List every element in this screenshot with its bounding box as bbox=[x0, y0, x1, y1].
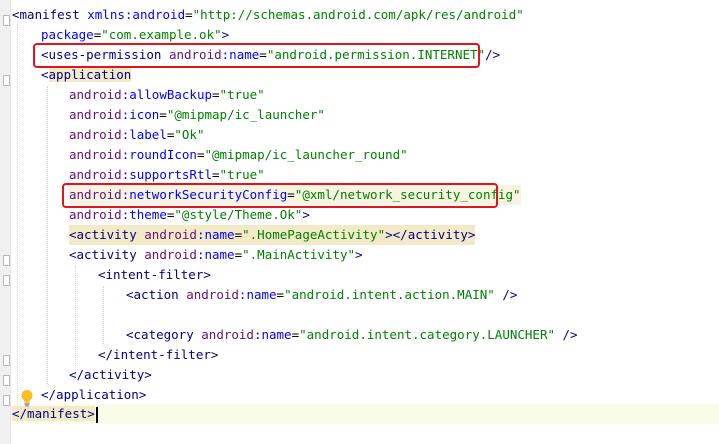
attribute-value: "true" bbox=[219, 167, 265, 182]
fold-marker-icon[interactable] bbox=[3, 275, 10, 286]
tag-name: application bbox=[48, 67, 132, 82]
namespace: android bbox=[201, 327, 254, 342]
attribute: roundIcon bbox=[129, 147, 197, 162]
code-line: android:theme="@style/Theme.Ok"> bbox=[69, 205, 310, 225]
tag-end: > bbox=[302, 207, 310, 222]
tag: <category bbox=[126, 327, 194, 342]
highlight-box-network-security-config bbox=[62, 183, 498, 208]
code-line: <activity android:name=".HomePageActivit… bbox=[69, 225, 476, 245]
code-line: android:icon="@mipmap/ic_launcher" bbox=[69, 105, 325, 125]
tag: <action bbox=[126, 287, 179, 302]
namespace: android bbox=[144, 247, 197, 262]
tag-end: ></activity> bbox=[385, 227, 476, 242]
code-line: android:allowBackup="true" bbox=[69, 85, 265, 105]
code-line: package="com.example.ok"> bbox=[41, 25, 229, 45]
attribute: name bbox=[204, 247, 235, 262]
attribute-value: "com.example.ok" bbox=[101, 27, 222, 42]
code-line: <category android:name="android.intent.c… bbox=[126, 325, 578, 345]
indent-guide bbox=[17, 24, 18, 416]
tag: <intent-filter> bbox=[98, 267, 211, 282]
attribute: label bbox=[129, 127, 167, 142]
attribute-value: "android.intent.category.LAUNCHER" bbox=[299, 327, 555, 342]
lightbulb-icon[interactable] bbox=[20, 389, 34, 407]
code-line: </manifest> bbox=[12, 404, 98, 424]
tag-end: /> bbox=[555, 327, 578, 342]
namespace: android bbox=[144, 227, 197, 242]
fold-marker-icon[interactable] bbox=[3, 15, 10, 26]
equals: = bbox=[234, 227, 243, 242]
attribute: allowBackup bbox=[129, 87, 213, 102]
code-line: <activity android:name=".MainActivity"> bbox=[69, 245, 363, 265]
tag: </manifest> bbox=[12, 406, 95, 421]
fold-marker-icon[interactable] bbox=[3, 75, 10, 86]
equals: = bbox=[212, 167, 220, 182]
code-line: <application bbox=[41, 65, 132, 85]
equals: = bbox=[185, 7, 193, 22]
indent-guide bbox=[103, 286, 104, 346]
code-line: </application> bbox=[41, 385, 146, 405]
attribute-value: "Ok" bbox=[174, 127, 205, 142]
tag: </activity> bbox=[69, 367, 152, 382]
indent-guide bbox=[75, 266, 76, 366]
code-line: </activity> bbox=[69, 365, 152, 385]
attribute-value: "@mipmap/ic_launcher" bbox=[166, 107, 325, 122]
namespace: android bbox=[69, 87, 122, 102]
namespace: android bbox=[69, 127, 122, 142]
tag-end: > bbox=[355, 247, 363, 262]
tag: <activity bbox=[69, 227, 137, 242]
text-caret bbox=[95, 406, 98, 423]
attribute-value: ".HomePageActivity" bbox=[242, 227, 386, 242]
tag-end: /> bbox=[485, 47, 501, 62]
fold-marker-icon[interactable] bbox=[3, 255, 10, 266]
equals: = bbox=[234, 247, 243, 262]
tag: <activity bbox=[69, 247, 137, 262]
tag-end: > bbox=[221, 27, 230, 42]
code-line: <manifest xmlns:android="http://schemas.… bbox=[12, 5, 524, 25]
indent-guide bbox=[47, 86, 48, 386]
code-line: <action android:name="android.intent.act… bbox=[126, 285, 517, 305]
equals: = bbox=[276, 287, 285, 302]
namespace: android bbox=[69, 167, 122, 182]
attribute: theme bbox=[129, 207, 167, 222]
tag: <manifest bbox=[12, 7, 80, 22]
code-line: android:label="Ok" bbox=[69, 125, 205, 145]
current-line-highlight bbox=[11, 404, 719, 424]
fold-marker-icon[interactable] bbox=[3, 395, 10, 406]
namespace: android bbox=[186, 287, 239, 302]
highlight-box-uses-permission bbox=[33, 43, 480, 68]
attribute-value: "http://schemas.android.com/apk/res/andr… bbox=[192, 7, 524, 22]
equals: = bbox=[212, 87, 220, 102]
namespace: android bbox=[69, 207, 122, 222]
attribute-value: "android.intent.action.MAIN" bbox=[284, 287, 495, 302]
equals: = bbox=[291, 327, 300, 342]
tag: </intent-filter> bbox=[98, 347, 219, 362]
namespace: android bbox=[69, 107, 122, 122]
namespace: android bbox=[69, 147, 122, 162]
fold-marker-icon[interactable] bbox=[3, 355, 10, 366]
code-line: <intent-filter> bbox=[98, 265, 211, 285]
attribute-value: ".MainActivity" bbox=[242, 247, 356, 262]
attribute-value: "@mipmap/ic_launcher_round" bbox=[204, 147, 408, 162]
tag: < bbox=[41, 67, 49, 82]
code-line: android:roundIcon="@mipmap/ic_launcher_r… bbox=[69, 145, 408, 165]
fold-marker-icon[interactable] bbox=[3, 375, 10, 386]
attribute: name bbox=[261, 327, 292, 342]
tag: </application> bbox=[41, 387, 147, 402]
code-line: </intent-filter> bbox=[98, 345, 218, 365]
attribute-value: "@style/Theme.Ok" bbox=[174, 207, 303, 222]
equals: = bbox=[159, 107, 167, 122]
attribute: name bbox=[246, 287, 277, 302]
attribute: xmlns:android bbox=[79, 7, 186, 22]
tag-end: /> bbox=[494, 287, 518, 302]
attribute: package bbox=[41, 27, 94, 42]
code-line: android:supportsRtl="true" bbox=[69, 165, 265, 185]
attribute: supportsRtl bbox=[129, 167, 213, 182]
attribute-value: "true" bbox=[219, 87, 265, 102]
attribute: icon bbox=[129, 107, 160, 122]
attribute: name bbox=[204, 227, 235, 242]
